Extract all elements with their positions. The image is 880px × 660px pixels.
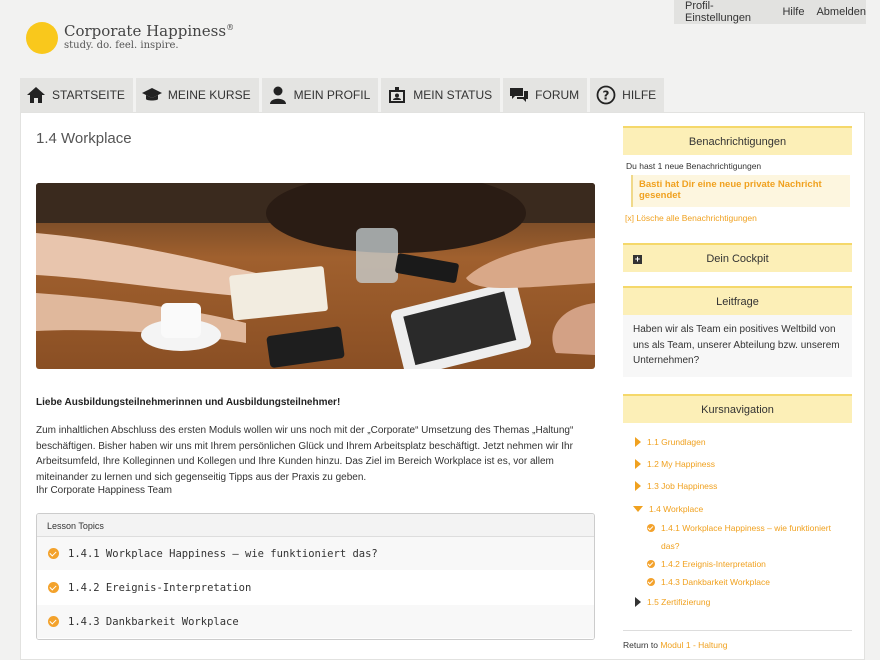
cockpit-header[interactable]: + Dein Cockpit: [623, 243, 852, 272]
course-nav-item[interactable]: 1.5 Zertifizierung: [635, 597, 710, 607]
return-link-row: Return to Modul 1 - Haltung: [623, 640, 728, 650]
checkmark-icon: [48, 582, 59, 593]
course-subnav-item[interactable]: 1.4.1 Workplace Happiness – wie funktion…: [647, 523, 831, 533]
nav-mein-status[interactable]: MEIN STATUS: [381, 78, 501, 112]
leitfrage-header: Leitfrage: [623, 286, 852, 315]
checkmark-icon: [647, 560, 655, 568]
notifications-header: Benachrichtigungen: [623, 126, 852, 155]
intro-heading: Liebe Ausbildungsteilnehmerinnen und Aus…: [36, 397, 341, 408]
lesson-label: 1.4.2 Ereignis-Interpretation: [68, 581, 252, 594]
page-title: 1.4 Workplace: [36, 130, 132, 147]
course-subnav-item-cont[interactable]: das?: [661, 541, 679, 551]
id-badge-icon: [389, 87, 406, 103]
notifications-count: Du hast 1 neue Benachrichtigungen: [626, 161, 762, 171]
graduation-cap-icon: [141, 88, 162, 101]
nav-hilfe[interactable]: ? HILFE: [590, 78, 665, 112]
course-subnav-item[interactable]: 1.4.2 Ereignis-Interpretation: [647, 559, 766, 569]
checkmark-icon: [647, 578, 655, 586]
triangle-down-icon: [633, 506, 643, 512]
user-icon: [269, 86, 286, 104]
nav-label: FORUM: [535, 88, 580, 102]
logo-subtitle: study. do. feel. inspire.: [64, 40, 179, 51]
nav-label: HILFE: [622, 88, 657, 102]
triangle-right-icon: [635, 481, 641, 491]
home-icon: [27, 87, 45, 103]
intro-signature: Ihr Corporate Happiness Team: [36, 485, 172, 496]
nav-label: STARTSEITE: [52, 88, 125, 102]
lesson-item[interactable]: 1.4.3 Dankbarkeit Workplace: [37, 605, 594, 639]
nav-label: MEIN PROFIL: [293, 88, 371, 102]
nav-forum[interactable]: FORUM: [503, 78, 588, 112]
profile-settings-link[interactable]: Profil-Einstellungen: [685, 0, 770, 24]
return-link[interactable]: Modul 1 - Haltung: [660, 640, 727, 650]
course-nav-item[interactable]: 1.3 Job Happiness: [635, 481, 717, 491]
intro-text: Zum inhaltlichen Abschluss des ersten Mo…: [36, 425, 574, 484]
logout-link[interactable]: Abmelden: [816, 6, 866, 18]
leitfrage-text: Haben wir als Team ein positives Weltbil…: [623, 315, 852, 377]
checkmark-icon: [48, 616, 59, 627]
nav-label: MEIN STATUS: [413, 88, 493, 102]
clear-notifications-link[interactable]: [x] Lösche alle Benachrichtigungen: [625, 213, 757, 223]
main-nav: STARTSEITE MEINE KURSE MEIN PROFIL MEIN …: [20, 78, 665, 112]
checkmark-icon: [647, 524, 655, 532]
lesson-label: 1.4.1 Workplace Happiness – wie funktion…: [68, 547, 378, 560]
question-icon: ?: [596, 85, 616, 105]
top-bar: Profil-Einstellungen Hilfe Abmelden: [674, 0, 866, 24]
help-link[interactable]: Hilfe: [782, 6, 804, 18]
nav-startseite[interactable]: STARTSEITE: [20, 78, 133, 112]
content-panel: 1.4 Workplace Liebe Ausbildungsteilnehme…: [20, 112, 865, 660]
notification-card[interactable]: Basti hat Dir eine neue private Nachrich…: [631, 175, 850, 207]
course-nav-item[interactable]: 1.2 My Happiness: [635, 459, 715, 469]
triangle-right-icon: [635, 437, 641, 447]
course-subnav-item[interactable]: 1.4.3 Dankbarkeit Workplace: [647, 577, 770, 587]
logo-title[interactable]: Corporate Happiness®: [64, 22, 234, 40]
nav-meine-kurse[interactable]: MEINE KURSE: [135, 78, 259, 112]
nav-mein-profil[interactable]: MEIN PROFIL: [261, 78, 379, 112]
lesson-label: 1.4.3 Dankbarkeit Workplace: [68, 615, 239, 628]
lesson-item[interactable]: 1.4.1 Workplace Happiness – wie funktion…: [37, 537, 594, 571]
logo-icon[interactable]: [26, 22, 58, 54]
cockpit-label: Dein Cockpit: [706, 252, 769, 265]
checkmark-icon: [48, 548, 59, 559]
triangle-right-icon: [635, 597, 641, 607]
lesson-topics-header: Lesson Topics: [37, 514, 594, 537]
hero-image: [36, 183, 595, 369]
lesson-topics: Lesson Topics 1.4.1 Workplace Happiness …: [36, 513, 595, 640]
plus-icon: +: [633, 254, 642, 264]
kursnavigation-header: Kursnavigation: [623, 394, 852, 423]
chat-icon: [510, 88, 529, 102]
course-nav-item-active[interactable]: 1.4 Workplace: [633, 504, 703, 514]
divider: [623, 630, 852, 631]
lesson-item[interactable]: 1.4.2 Ereignis-Interpretation: [37, 571, 594, 605]
triangle-right-icon: [635, 459, 641, 469]
svg-text:?: ?: [603, 89, 610, 103]
course-nav-item[interactable]: 1.1 Grundlagen: [635, 437, 706, 447]
nav-label: MEINE KURSE: [167, 88, 251, 102]
